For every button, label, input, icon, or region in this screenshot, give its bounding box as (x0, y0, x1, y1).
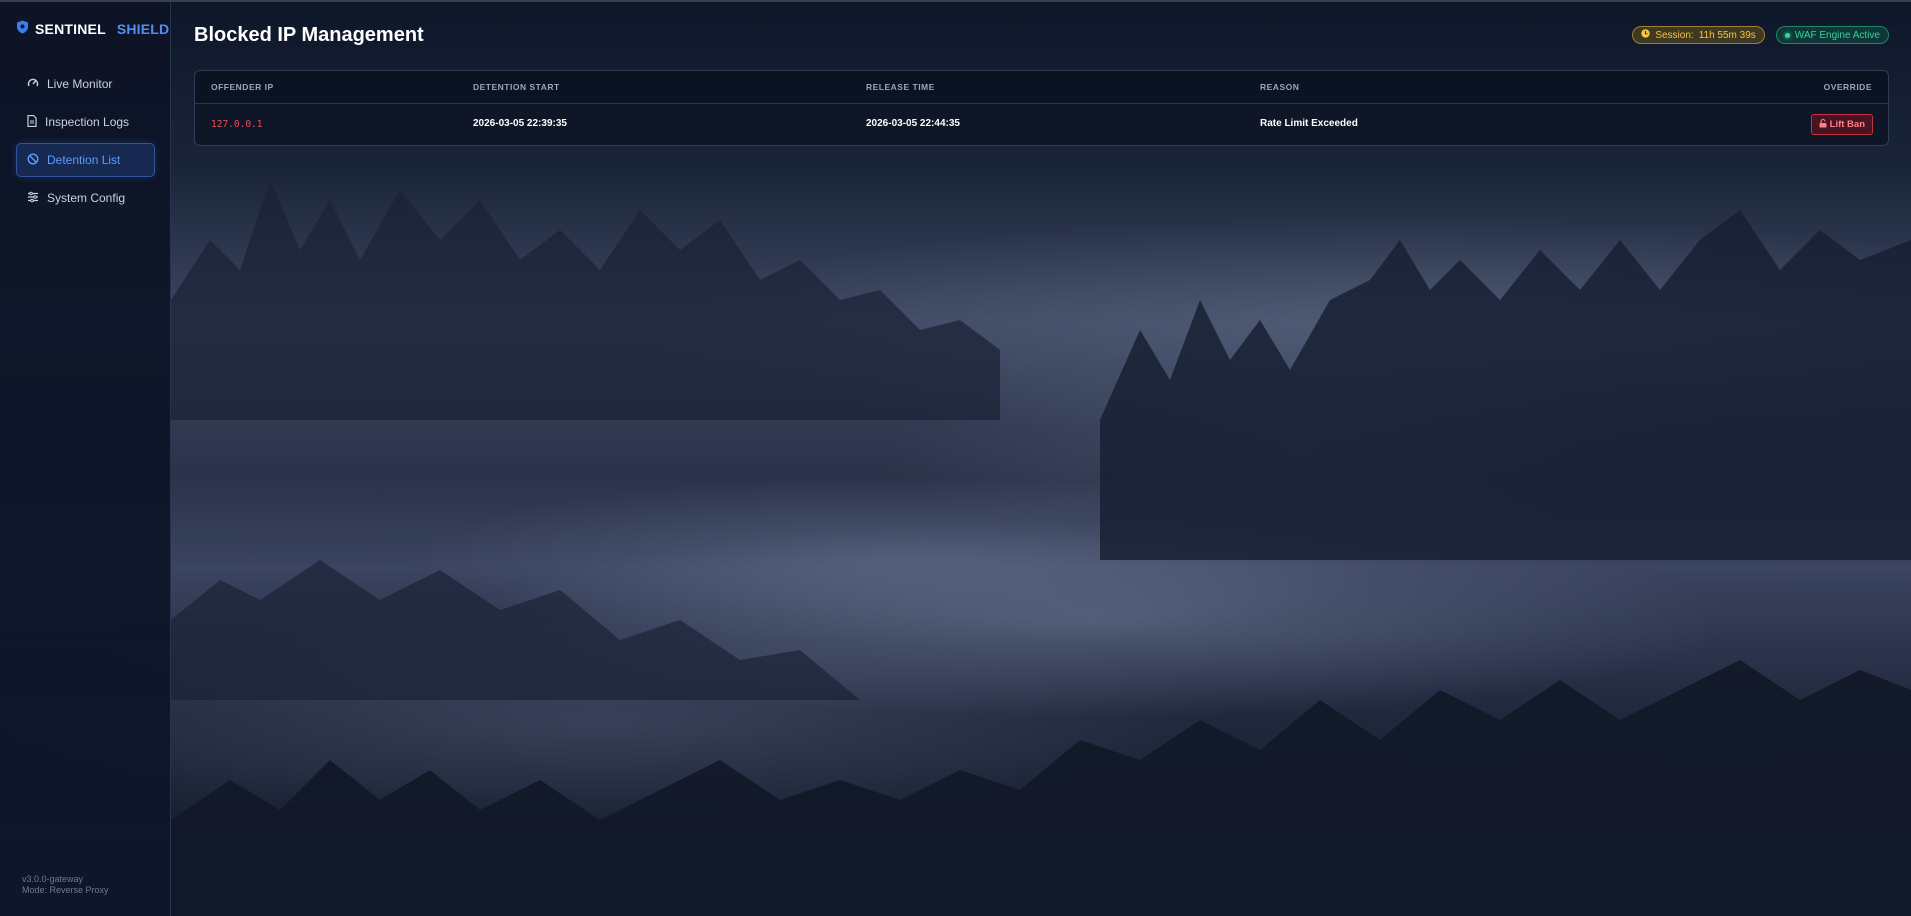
window-top-border (0, 0, 1911, 2)
sidebar-footer: v3.0.0-gateway Mode: Reverse Proxy (22, 874, 109, 896)
sidebar-item-system-config[interactable]: System Config (16, 181, 155, 215)
sidebar: SENTINEL SHIELD Live Monitor Inspection … (0, 2, 171, 916)
lift-ban-button[interactable]: Lift Ban (1810, 114, 1873, 135)
reason-cell: Rate Limit Exceeded (1260, 118, 1358, 129)
brand-name-accent: SHIELD (116, 20, 170, 37)
app-window: SENTINEL SHIELD Live Monitor Inspection … (0, 0, 1911, 916)
column-header-reason: REASON (1260, 82, 1300, 92)
column-header-offender-ip: OFFENDER IP (211, 82, 274, 92)
version-label: v3.0.0-gateway (22, 874, 84, 884)
brand-name-primary: SENTINEL (35, 20, 106, 37)
offender-ip-cell: 127.0.0.1 (211, 119, 263, 130)
session-timer: 11h 55m 39s (1698, 29, 1756, 41)
brand-logo: SENTINEL SHIELD (16, 20, 169, 37)
page-title: Blocked IP Management (194, 24, 424, 46)
status-dot-icon (1784, 32, 1790, 38)
column-header-detention-start: DETENTION START (473, 82, 560, 92)
sidebar-item-label: Detention List (47, 153, 121, 167)
column-header-override: OVERRIDE (1823, 82, 1872, 92)
gauge-icon (27, 77, 39, 92)
table-header: OFFENDER IP DETENTION START RELEASE TIME… (195, 71, 1888, 104)
mode-label: Mode: Reverse Proxy (22, 885, 109, 895)
sidebar-item-inspection-logs[interactable]: Inspection Logs (16, 105, 155, 139)
ban-icon (27, 152, 39, 168)
unlock-icon (1819, 118, 1827, 131)
sidebar-nav: Live Monitor Inspection Logs Detention L… (16, 67, 155, 219)
sidebar-item-label: Inspection Logs (45, 115, 130, 129)
blocked-ip-table: OFFENDER IP DETENTION START RELEASE TIME… (194, 70, 1889, 146)
table-row: 127.0.0.1 2026-03-05 22:39:35 2026-03-05… (195, 104, 1888, 145)
sliders-icon (27, 191, 39, 206)
detention-start-cell: 2026-03-05 22:39:35 (473, 118, 567, 129)
sidebar-item-label: System Config (47, 191, 126, 205)
clock-icon (1641, 29, 1651, 41)
header-badges: Session: 11h 55m 39s WAF Engine Active (1632, 26, 1889, 44)
waf-status-label: WAF Engine Active (1794, 29, 1880, 41)
sidebar-item-live-monitor[interactable]: Live Monitor (16, 67, 155, 101)
lift-ban-label: Lift Ban (1829, 119, 1865, 130)
sidebar-item-label: Live Monitor (47, 77, 113, 91)
shield-icon (16, 20, 29, 37)
session-badge: Session: 11h 55m 39s (1632, 26, 1765, 44)
document-icon (27, 114, 37, 130)
release-time-cell: 2026-03-05 22:44:35 (866, 118, 960, 129)
column-header-release-time: RELEASE TIME (866, 82, 935, 92)
waf-status-badge: WAF Engine Active (1775, 26, 1889, 44)
session-label: Session: (1655, 29, 1694, 41)
sidebar-item-detention-list[interactable]: Detention List (16, 143, 155, 177)
